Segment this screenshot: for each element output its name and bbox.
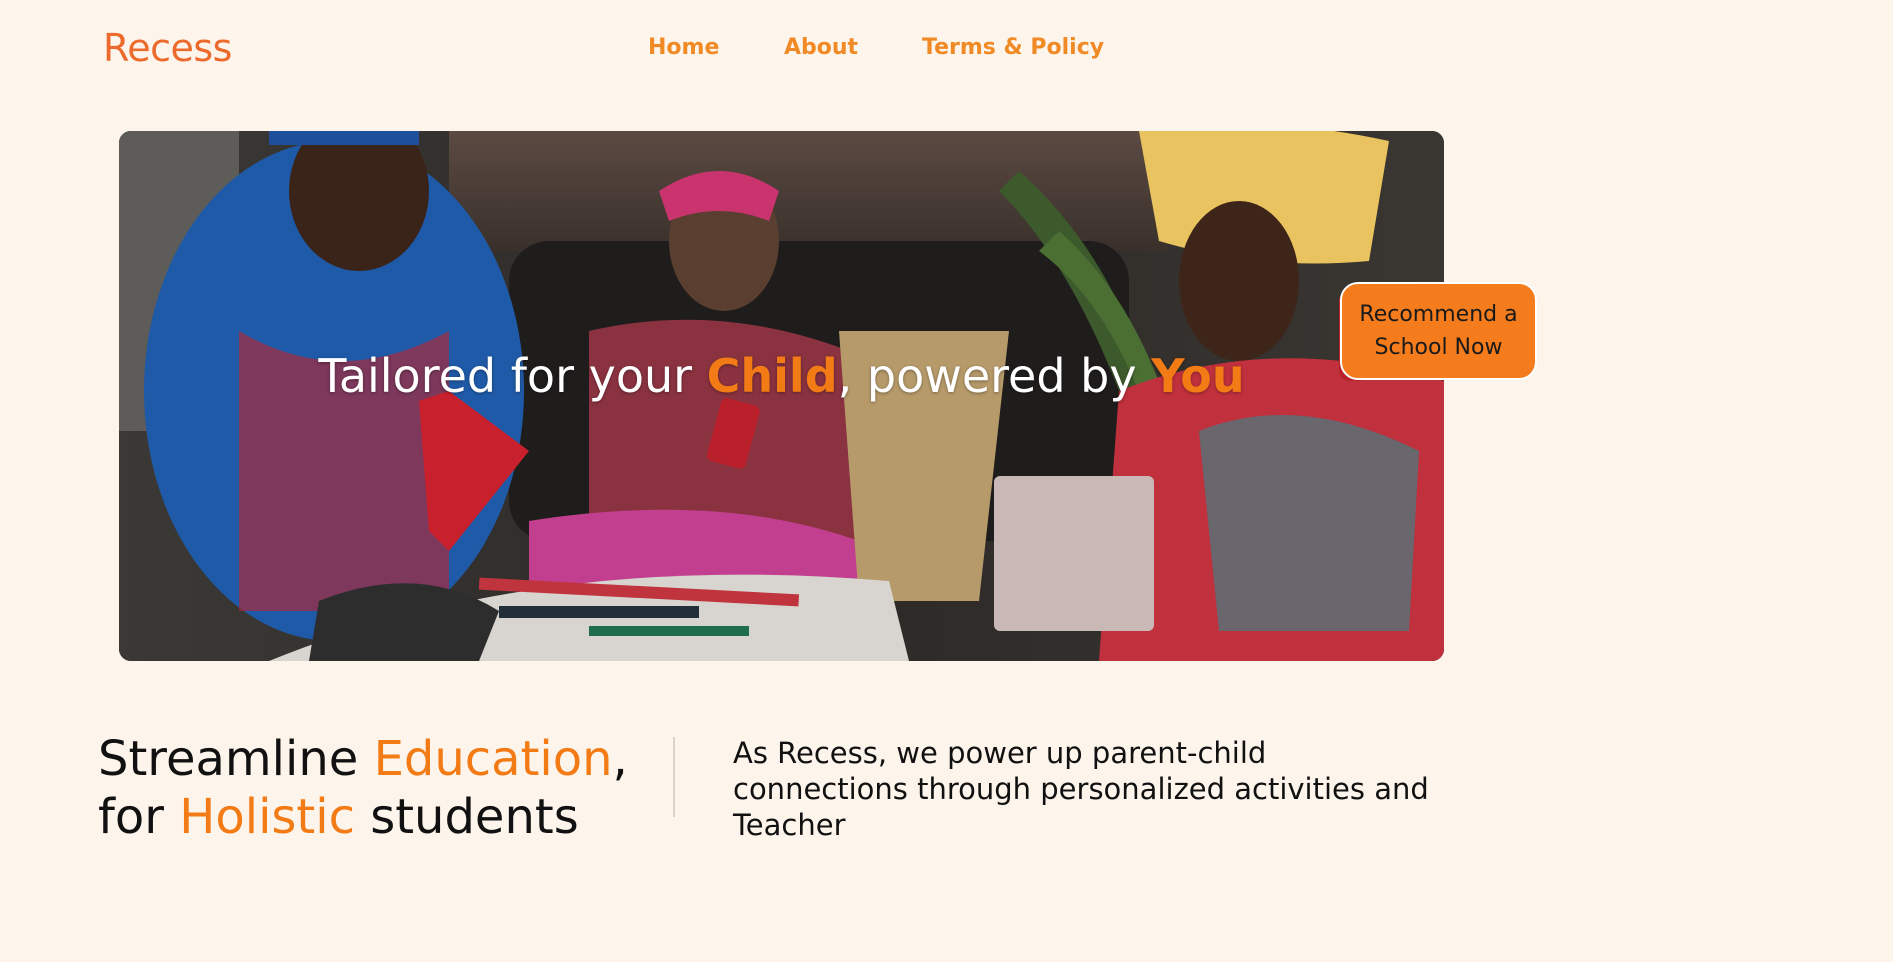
heading-highlight-holistic: Holistic [179, 789, 355, 845]
about-paragraph: As Recess, we power up parent-child conn… [733, 736, 1429, 842]
heading-highlight-education: Education [373, 731, 613, 787]
hero-title: Tailored for your Child, powered by You [119, 346, 1444, 406]
logo[interactable]: Recess [103, 26, 232, 70]
nav-about[interactable]: About [784, 33, 858, 63]
nav-terms-policy[interactable]: Terms & Policy [922, 33, 1104, 63]
hero-banner: Tailored for your Child, powered by You [119, 131, 1444, 661]
heading-part2: , [612, 731, 628, 787]
heading-line2-part2: students [354, 789, 579, 845]
heading-line2-part1: for [98, 789, 180, 845]
recommend-school-button[interactable]: Recommend a School Now [1340, 282, 1537, 380]
hero-title-part2: , powered by [837, 349, 1152, 403]
section-divider [673, 737, 675, 817]
hero-title-part1: Tailored for your [318, 349, 707, 403]
section-heading: Streamline Education, for Holistic studen… [98, 730, 658, 846]
hero-title-highlight-you: You [1151, 349, 1245, 403]
heading-part1: Streamline [98, 731, 374, 787]
hero-title-highlight-child: Child [706, 349, 838, 403]
nav-home[interactable]: Home [648, 33, 719, 63]
